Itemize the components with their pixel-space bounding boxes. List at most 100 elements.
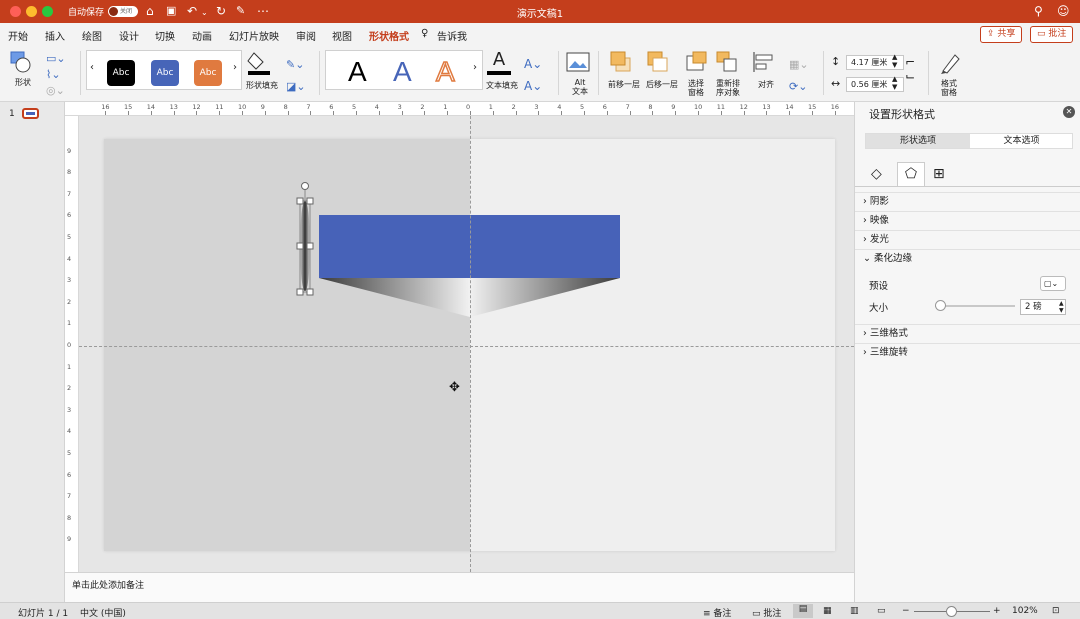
selected-ellipse-shape[interactable] [296, 182, 314, 296]
tab-animations[interactable]: 动画 [192, 28, 212, 43]
tab-transitions[interactable]: 切换 [155, 28, 175, 43]
format-pane-label[interactable]: 格式 窗格 [941, 79, 957, 97]
ruler-tick [812, 111, 813, 115]
soft-edge-slider-thumb[interactable] [934, 300, 946, 311]
notes-toggle[interactable]: ≡ 备注 [703, 606, 731, 619]
wordart-black[interactable]: A [348, 57, 367, 87]
ruler-tick [720, 111, 722, 115]
tab-insert[interactable]: 插入 [45, 28, 65, 43]
normal-view-icon[interactable]: ▤ [793, 604, 813, 618]
ruler-tick-label: 6 [67, 211, 72, 220]
zoom-out-icon[interactable]: − [902, 606, 910, 616]
preset-dropdown[interactable]: ▢⌄ [1040, 276, 1066, 291]
ribbon-tabs: 开始 插入 绘图 设计 切换 动画 幻灯片放映 审阅 视图 形状格式 ♀ 告诉我… [0, 23, 1080, 48]
shape-fill-label[interactable]: 形状填充 [246, 80, 278, 91]
style-blue[interactable]: Abc [151, 60, 179, 86]
close-panel-icon[interactable]: ✕ [1063, 106, 1075, 118]
zoom-slider-thumb[interactable] [946, 606, 957, 617]
outline-effects-icons[interactable]: ✎⌄ ◪⌄ [286, 54, 306, 98]
reading-view-icon[interactable]: ▥ [850, 606, 859, 616]
ruler-tick-label: 7 [67, 492, 72, 501]
ruler-tick [310, 111, 312, 115]
wordart-orange-outline[interactable]: A [435, 56, 455, 88]
gallery-next-icon[interactable]: › [233, 62, 237, 73]
ruler-tick-label: 5 [352, 103, 357, 111]
wordart-blue[interactable]: A [393, 57, 412, 87]
vertical-guide[interactable] [470, 116, 471, 572]
fit-to-window-icon[interactable]: ⊡ [1052, 606, 1060, 616]
tab-slideshow[interactable]: 幻灯片放映 [229, 28, 279, 43]
slide-sorter-icon[interactable]: ▦ [823, 606, 832, 616]
tab-review[interactable]: 审阅 [296, 28, 316, 43]
bring-forward-icon[interactable] [610, 51, 636, 73]
slideshow-icon[interactable]: ▭ [877, 606, 886, 616]
selection-pane-label[interactable]: 选择 窗格 [688, 79, 704, 97]
soft-edge-slider-track[interactable] [935, 305, 1015, 307]
align-label[interactable]: 对齐 [758, 79, 774, 90]
horizontal-guide[interactable] [79, 346, 854, 347]
smiley-feedback-icon[interactable]: ☺ [1057, 4, 1070, 18]
format-pane-icon[interactable] [940, 51, 962, 75]
tab-draw[interactable]: 绘图 [82, 28, 102, 43]
send-backward-icon[interactable] [647, 51, 673, 73]
tab-view[interactable]: 视图 [332, 28, 352, 43]
tab-text-options[interactable]: 文本选项 [970, 134, 1073, 148]
comments-toggle[interactable]: ▭ 批注 [752, 606, 781, 619]
tab-shape-options[interactable]: 形状选项 [866, 134, 970, 148]
slide-thumbnail[interactable] [22, 108, 39, 119]
text-fill-label[interactable]: 文本填充 [486, 80, 518, 91]
style-orange[interactable]: Abc [194, 60, 222, 86]
section-soft-edges[interactable]: ⌄ 柔化边缘 [855, 249, 1080, 268]
section-reflection[interactable]: › 映像 [855, 211, 1080, 230]
size-properties-icon[interactable]: ⊞ [933, 166, 945, 182]
size-stepper[interactable]: ▲ ▼ [1059, 300, 1064, 314]
ruler-tick-label: 11 [215, 103, 224, 111]
shape-insert-icon[interactable] [10, 51, 32, 73]
align-icon[interactable] [752, 51, 780, 73]
text-fill-icon[interactable]: A [487, 49, 511, 77]
share-button[interactable]: ⇪ 共享 [980, 26, 1023, 43]
size-label: 大小 [869, 303, 889, 314]
selection-pane-icon[interactable] [686, 51, 710, 73]
section-3d-format[interactable]: › 三维格式 [855, 324, 1080, 343]
ruler-tick-label: 15 [124, 103, 133, 111]
group-rotate-icons[interactable]: ▦⌄ ⟳⌄ [789, 54, 809, 98]
language-indicator[interactable]: 中文 (中国) [80, 606, 126, 619]
text-outline-effects-icons[interactable]: A⌄ A⌄ [524, 53, 542, 97]
alt-text-icon[interactable] [566, 52, 590, 74]
zoom-level[interactable]: 102% [1012, 606, 1038, 616]
style-black[interactable]: Abc [107, 60, 135, 86]
fill-line-icon[interactable]: ◇ [871, 166, 882, 182]
section-glow[interactable]: › 发光 [855, 230, 1080, 249]
section-shadow[interactable]: › 阴影 [855, 192, 1080, 211]
height-stepper[interactable]: ▲ ▼ [892, 53, 897, 69]
comments-button[interactable]: ▭ 批注 [1030, 26, 1074, 43]
ruler-tick-label: 16 [830, 103, 840, 111]
zoom-in-icon[interactable]: + [993, 606, 1001, 616]
ruler-tick-label: 11 [716, 103, 726, 111]
wordart-next-icon[interactable]: › [473, 62, 477, 73]
tab-home[interactable]: 开始 [8, 28, 28, 43]
notes-icon: ≡ [703, 609, 714, 619]
fill-bucket-icon[interactable] [247, 51, 273, 75]
search-icon[interactable]: ⚲ [1034, 4, 1043, 18]
section-reflection-label: 映像 [869, 215, 889, 226]
gallery-prev-icon[interactable]: ‹ [90, 62, 94, 73]
alt-text-label[interactable]: Alt 文本 [572, 78, 588, 96]
shape-label[interactable]: 形状 [15, 77, 31, 88]
tell-me[interactable]: 告诉我 [437, 28, 467, 43]
section-3d-rotation[interactable]: › 三维旋转 [855, 343, 1080, 362]
width-stepper[interactable]: ▲ ▼ [892, 75, 897, 91]
reorder-objects-icon[interactable] [716, 51, 742, 73]
edit-shape-icons[interactable]: ▭⌄ ⌇⌄ ◎⌄ [46, 51, 66, 99]
bring-forward-label[interactable]: 前移一层 [608, 79, 640, 90]
effects-pentagon-icon[interactable]: ⬠ [897, 162, 925, 186]
send-backward-label[interactable]: 后移一层 [646, 79, 678, 90]
notes-pane[interactable]: 单击此处添加备注 [65, 572, 854, 602]
reorder-objects-label[interactable]: 重新排 序对象 [716, 79, 740, 97]
tab-shape-format[interactable]: 形状格式 [369, 28, 409, 48]
tab-design[interactable]: 设计 [119, 28, 139, 43]
ruler-tick [242, 111, 243, 115]
lock-aspect-icon[interactable]: ⌐ ⌙ [905, 55, 915, 83]
ruler-tick-label: 9 [67, 146, 72, 155]
